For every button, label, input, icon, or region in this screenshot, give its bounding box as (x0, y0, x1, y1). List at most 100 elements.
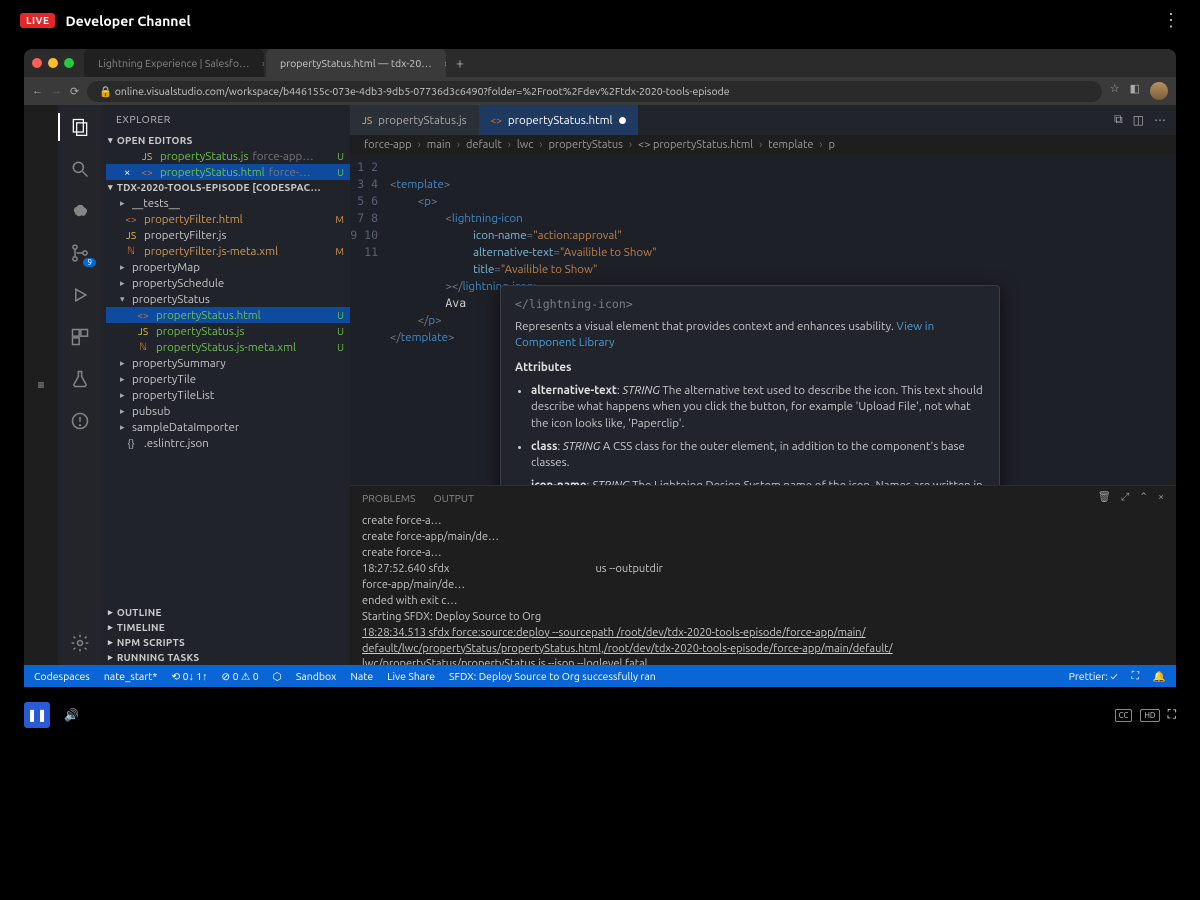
status-item[interactable]: ⊘ 0 ⚠ 0 (221, 670, 258, 683)
panel-close-icon[interactable]: × (1158, 490, 1164, 506)
beaker-icon[interactable] (68, 367, 92, 391)
split-icon[interactable]: ◫ (1133, 113, 1144, 127)
browser-tab-row: Lightning Experience | Salesfo…× propert… (24, 49, 1176, 77)
section-header[interactable]: ▸OUTLINE (102, 605, 350, 620)
hover-description: Represents a visual element that provide… (515, 320, 894, 333)
search-icon[interactable] (68, 157, 92, 181)
status-item[interactable]: ⬡ (273, 670, 282, 683)
breadcrumb[interactable]: force-app›main›default›lwc›propertyStatu… (350, 135, 1176, 155)
open-editor-item[interactable]: ×<>propertyStatus.htmlforce-…U (106, 164, 350, 180)
folder-item[interactable]: ▸propertyMap (106, 259, 350, 275)
terminal-output[interactable]: create force-a…create force-app/main/de…… (350, 510, 1176, 665)
folder-item[interactable]: ▸pubsub (106, 403, 350, 419)
app-menu-button[interactable]: ≡ (24, 105, 58, 665)
extension-icon[interactable]: ◧ (1130, 82, 1140, 100)
volume-icon[interactable]: 🔊 (64, 708, 79, 722)
channel-title: Developer Channel (65, 13, 190, 29)
more-editor-icon[interactable]: ⋯ (1154, 113, 1166, 127)
address-input[interactable]: 🔒 online.visualstudio.com/workspace/b446… (87, 81, 1102, 102)
editor-tabs: JSpropertyStatus.js<>propertyStatus.html… (350, 105, 1176, 135)
activity-bar: 9 (58, 105, 102, 665)
breadcrumb-item[interactable]: main (427, 139, 451, 151)
status-item[interactable]: SFDX: Deploy Source to Org successfully … (449, 670, 656, 683)
star-icon[interactable]: ☆ (1110, 82, 1120, 100)
explorer-sidebar: EXPLORER ▾OPEN EDITORS JSpropertyStatus.… (102, 105, 350, 665)
breadcrumb-item[interactable]: <> propertyStatus.html (638, 139, 753, 151)
status-item[interactable]: 🔔 (1153, 669, 1166, 683)
live-badge: LIVE (20, 13, 55, 28)
scm-badge: 9 (83, 258, 96, 267)
section-header[interactable]: ▸NPM SCRIPTS (102, 635, 350, 650)
breadcrumb-item[interactable]: p (829, 139, 835, 151)
settings-icon[interactable] (68, 631, 92, 655)
status-item[interactable]: nate_start* (104, 670, 158, 683)
editor-body[interactable]: 1 2 3 4 5 6 7 8 9 10 11 <template> <p> <… (350, 155, 1176, 485)
salesforce-icon[interactable] (68, 199, 92, 223)
open-editor-item[interactable]: JSpropertyStatus.jsforce-app…U (106, 148, 350, 164)
source-control-icon[interactable]: 9 (68, 241, 92, 265)
new-tab-button[interactable]: + (448, 55, 472, 71)
breadcrumb-item[interactable]: template (768, 139, 813, 151)
status-item[interactable]: ⟲ 0↓ 1↑ (171, 670, 207, 683)
folder-item[interactable]: ▸propertySchedule (106, 275, 350, 291)
file-item[interactable]: JSpropertyStatus.jsU (106, 323, 350, 339)
hover-attr-item: alternative-text: STRING The alternative… (531, 383, 985, 433)
file-item[interactable]: ℕpropertyFilter.js-meta.xmlM (106, 243, 350, 259)
cc-badge[interactable]: CC (1115, 709, 1133, 722)
status-item[interactable]: Nate (350, 670, 373, 683)
folder-item[interactable]: ▸propertySummary (106, 355, 350, 371)
open-editors-list: JSpropertyStatus.jsforce-app…U×<>propert… (102, 148, 350, 180)
explorer-icon[interactable] (68, 115, 92, 139)
file-item[interactable]: <>propertyStatus.htmlU (106, 307, 350, 323)
status-item[interactable]: Live Share (387, 670, 435, 683)
panel-up-icon[interactable]: ⌃ (1139, 490, 1148, 506)
warning-icon[interactable] (68, 409, 92, 433)
bottom-panel: PROBLEMS OUTPUT 🗑 ⤢ ⌃ × create force-a…c… (350, 485, 1176, 665)
file-item[interactable]: {}.eslintrc.json (106, 435, 350, 451)
panel-tab-problems[interactable]: PROBLEMS (362, 490, 416, 506)
folder-item[interactable]: ▸propertyTileList (106, 387, 350, 403)
hover-close-tag: </lightning-icon> (515, 296, 985, 313)
status-item[interactable]: ⛶ (1132, 669, 1139, 683)
file-item[interactable]: JSpropertyFilter.js (106, 227, 350, 243)
breadcrumb-item[interactable]: force-app (364, 139, 412, 151)
pause-button[interactable]: ❚❚ (24, 702, 50, 728)
extensions-icon[interactable] (68, 325, 92, 349)
workspace-header[interactable]: ▾TDX-2020-TOOLS-EPISODE [CODESPAC… (102, 180, 350, 195)
panel-lock-icon[interactable]: ⤢ (1121, 490, 1129, 506)
hd-badge[interactable]: HD (1140, 709, 1159, 722)
editor-tab[interactable]: JSpropertyStatus.js (350, 105, 479, 135)
status-item[interactable]: Sandbox (296, 670, 337, 683)
nav-reload-icon[interactable]: ⟳ (70, 85, 79, 98)
breadcrumb-item[interactable]: propertyStatus (548, 139, 622, 151)
breadcrumb-item[interactable]: default (466, 139, 502, 151)
panel-tab-output[interactable]: OUTPUT (434, 490, 474, 506)
section-header[interactable]: ▸RUNNING TASKS (102, 650, 350, 665)
compare-icon[interactable]: ⧉ (1114, 113, 1123, 127)
nav-back-icon[interactable]: ← (32, 85, 43, 97)
folder-item[interactable]: ▾propertyStatus (106, 291, 350, 307)
panel-clear-icon[interactable]: 🗑 (1098, 490, 1111, 506)
address-bar-row: ← → ⟳ 🔒 online.visualstudio.com/workspac… (24, 77, 1176, 105)
folder-item[interactable]: ▸sampleDataImporter (106, 419, 350, 435)
status-item[interactable]: Codespaces (34, 670, 90, 683)
more-icon[interactable]: ⋮ (1162, 10, 1180, 31)
breadcrumb-item[interactable]: lwc (517, 139, 534, 151)
fullscreen-icon[interactable]: ⛶ (1168, 708, 1176, 722)
file-item[interactable]: ℕpropertyStatus.js-meta.xmlU (106, 339, 350, 355)
file-item[interactable]: <>propertyFilter.htmlM (106, 211, 350, 227)
profile-avatar[interactable] (1150, 82, 1168, 100)
editor-tab[interactable]: <>propertyStatus.html (479, 105, 638, 135)
debug-icon[interactable] (68, 283, 92, 307)
folder-item[interactable]: ▸__tests__ (106, 195, 350, 211)
window-controls[interactable] (32, 58, 74, 68)
open-editors-header[interactable]: ▾OPEN EDITORS (102, 133, 350, 148)
browser-tab-1[interactable]: Lightning Experience | Salesfo…× (84, 49, 264, 77)
section-header[interactable]: ▸TIMELINE (102, 620, 350, 635)
folder-item[interactable]: ▸propertyTile (106, 371, 350, 387)
nav-fwd-icon[interactable]: → (51, 85, 62, 97)
status-item[interactable]: Prettier: ✓ (1069, 669, 1118, 683)
hover-doc-popup: </lightning-icon> Represents a visual el… (500, 285, 1000, 485)
hover-attr-item: icon-name: STRING The Lightning Design S… (531, 478, 985, 485)
browser-tab-2[interactable]: propertyStatus.html — tdx-20…× (266, 49, 446, 77)
